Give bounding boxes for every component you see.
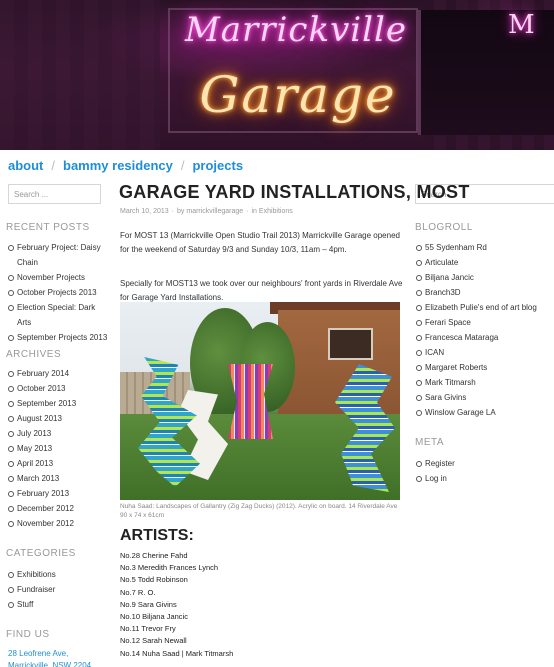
- post-date[interactable]: March 10, 2013: [120, 208, 169, 215]
- recent-post-link[interactable]: September Projects 2013: [8, 330, 110, 345]
- blogroll-link[interactable]: Ferari Space: [416, 315, 554, 330]
- archive-link[interactable]: April 2013: [8, 456, 108, 471]
- blogroll-link[interactable]: Margaret Roberts: [416, 360, 554, 375]
- archive-link[interactable]: May 2013: [8, 441, 108, 456]
- post-title[interactable]: GARAGE YARD INSTALLATIONS, MOST: [119, 182, 469, 203]
- artist-item: No.9 Sara Givins: [120, 599, 177, 609]
- categories-heading: CATEGORIES: [6, 548, 76, 559]
- nav-item-about[interactable]: about: [8, 158, 43, 173]
- nav-item-bammy-residency[interactable]: bammy residency: [63, 158, 173, 173]
- archive-link[interactable]: February 2013: [8, 486, 108, 501]
- artists-list: No.28 Cherine Fahd No.3 Meredith Frances…: [120, 550, 233, 660]
- archive-link[interactable]: December 2012: [8, 501, 108, 516]
- find-us-heading: FIND US: [6, 629, 50, 640]
- recent-post-link[interactable]: November Projects: [8, 270, 110, 285]
- register-link[interactable]: Register: [416, 456, 554, 471]
- log-in-link[interactable]: Log in: [416, 471, 554, 486]
- blogroll-list: 55 Sydenham Rd Articulate Biljana Jancic…: [416, 240, 554, 420]
- post-meta: March 10, 2013 · by marrickvillegarage · in …: [120, 208, 293, 215]
- blogroll-link[interactable]: ICAN: [416, 345, 554, 360]
- artist-item: No.11 Trevor Fry: [120, 624, 176, 634]
- recent-posts-heading: RECENT POSTS: [6, 222, 90, 233]
- meta-separator: ·: [246, 208, 249, 215]
- artist-item: No.28 Cherine Fahd: [120, 551, 188, 560]
- main-nav: about / bammy residency / projects: [8, 158, 243, 173]
- blogroll-link[interactable]: Biljana Jancic: [416, 270, 554, 285]
- category-link[interactable]: Fundraiser: [8, 582, 108, 597]
- find-us-address-link[interactable]: 28 Leofrene Ave, Marrickville, NSW 2204: [8, 648, 110, 667]
- blogroll-link[interactable]: Articulate: [416, 255, 554, 270]
- search-input-left[interactable]: Search ...: [8, 184, 101, 204]
- nav-separator: /: [180, 158, 185, 173]
- nav-item-projects[interactable]: projects: [192, 158, 243, 173]
- post-paragraph: Specially for MOST13 we took over our ne…: [120, 279, 403, 302]
- blogroll-link[interactable]: Branch3D: [416, 285, 554, 300]
- artist-item: No.3 Meredith Frances Lynch: [120, 563, 219, 573]
- neon-sign-side: M: [508, 10, 535, 40]
- archive-link[interactable]: August 2013: [8, 411, 108, 426]
- blogroll-link[interactable]: Sara Givins: [416, 390, 554, 405]
- archive-link[interactable]: September 2013: [8, 396, 108, 411]
- blogroll-link[interactable]: Mark Titmarsh: [416, 375, 554, 390]
- blogroll-link[interactable]: 55 Sydenham Rd: [416, 240, 554, 255]
- archives-heading: ARCHIVES: [6, 349, 62, 360]
- header-banner[interactable]: Marrickville Garage M: [0, 0, 554, 150]
- meta-separator: ·: [171, 208, 174, 215]
- post-in-label: in: [251, 208, 257, 215]
- artist-item: No.14 Nuha Saad | Mark Titmarsh: [120, 648, 234, 658]
- archive-link[interactable]: March 2013: [8, 471, 108, 486]
- recent-post-link[interactable]: Election Special: Dark Arts: [8, 300, 110, 330]
- meta-heading: META: [415, 437, 445, 448]
- post-author-link[interactable]: marrickvillegarage: [186, 208, 243, 215]
- category-link[interactable]: Stuff: [8, 597, 108, 612]
- meta-list: Register Log in: [416, 456, 554, 486]
- neon-sign-garage: Garage: [199, 66, 397, 124]
- post-photo-sculptures[interactable]: [120, 302, 400, 500]
- archive-link[interactable]: July 2013: [8, 426, 108, 441]
- artist-item: No.5 Todd Robinson: [120, 575, 188, 585]
- post-category-link[interactable]: Exhibitions: [259, 208, 293, 215]
- archive-link[interactable]: November 2012: [8, 516, 108, 531]
- archive-link[interactable]: February 2014: [8, 366, 108, 381]
- recent-post-link[interactable]: October Projects 2013: [8, 285, 110, 300]
- artists-heading: ARTISTS:: [120, 527, 194, 544]
- blogroll-link[interactable]: Elizabeth Pulie's end of art blog: [416, 300, 554, 315]
- photo-caption: Nuha Saad: Landscapes of Gallantry (Zig …: [120, 503, 398, 519]
- post-paragraph: For MOST 13 (Marrickville Open Studio Tr…: [120, 231, 400, 254]
- blogroll-link[interactable]: Francesca Mataraga: [416, 330, 554, 345]
- categories-list: Exhibitions Fundraiser Stuff: [8, 567, 108, 612]
- recent-posts-list: February Project: Daisy Chain November P…: [8, 240, 110, 345]
- banner-wall-left: [0, 0, 160, 150]
- blogroll-heading: BLOGROLL: [415, 222, 473, 233]
- artist-item: No.12 Sarah Newall: [120, 636, 187, 646]
- photo-house-window: [328, 328, 373, 360]
- nav-separator: /: [51, 158, 56, 173]
- recent-post-link[interactable]: February Project: Daisy Chain: [8, 240, 110, 270]
- archives-list: February 2014 October 2013 September 201…: [8, 366, 108, 531]
- blogroll-link[interactable]: Winslow Garage LA: [416, 405, 554, 420]
- artist-item: No.7 R. O.: [120, 587, 156, 597]
- category-link[interactable]: Exhibitions: [8, 567, 108, 582]
- neon-sign-marrickville: Marrickville: [184, 10, 408, 50]
- artist-item: No.10 Biljana Jancic: [120, 612, 188, 622]
- post-by-label: by: [177, 208, 185, 215]
- archive-link[interactable]: October 2013: [8, 381, 108, 396]
